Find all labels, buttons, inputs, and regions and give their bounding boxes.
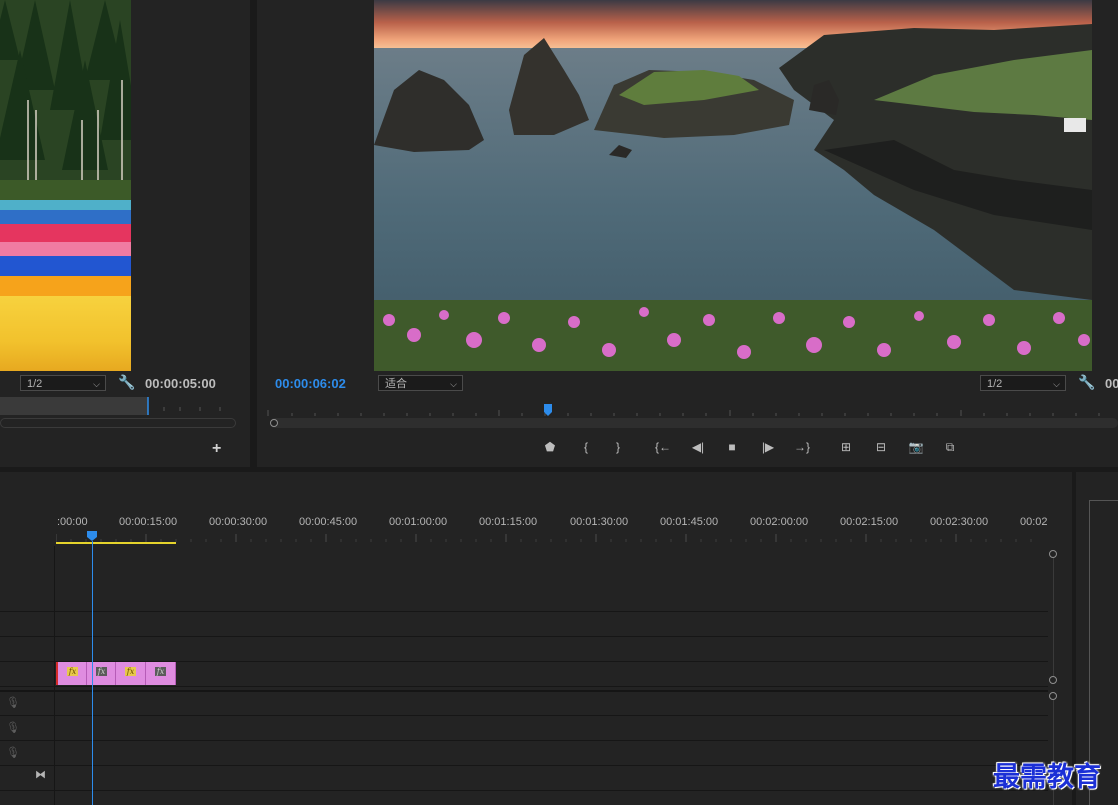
transport-controls: ⬟ { } {← ◀| ■ |▶ →} ⊞ ⊟ 📷 ⧉ bbox=[540, 439, 970, 457]
fx-badge-icon: fx bbox=[67, 667, 78, 676]
program-zoom-bar[interactable] bbox=[270, 418, 1118, 428]
video-scrollbar-track[interactable] bbox=[1053, 552, 1054, 680]
microphone-icon[interactable]: 🎙 bbox=[6, 746, 20, 759]
program-preview-frame bbox=[374, 0, 1092, 371]
mark-out-button[interactable]: } bbox=[608, 439, 628, 455]
track-divider bbox=[0, 740, 1048, 741]
stop-button[interactable]: ■ bbox=[722, 439, 742, 455]
step-back-icon: ◀| bbox=[691, 440, 705, 454]
add-marker-button[interactable]: ⬟ bbox=[540, 439, 560, 455]
scroll-handle-icon[interactable] bbox=[1049, 550, 1057, 558]
marker-icon: ⬟ bbox=[544, 440, 556, 454]
compare-icon: ⧉ bbox=[945, 440, 955, 454]
playhead-line[interactable] bbox=[92, 541, 93, 805]
program-zoom-value: 适合 bbox=[385, 378, 407, 390]
extract-button[interactable]: ⊟ bbox=[871, 439, 891, 455]
source-ruler bbox=[147, 397, 221, 415]
step-forward-button[interactable]: |▶ bbox=[758, 439, 778, 455]
scroll-handle-icon[interactable] bbox=[1049, 692, 1057, 700]
bowtie-icon[interactable]: ⧓ bbox=[35, 768, 46, 781]
work-area-bar[interactable] bbox=[56, 542, 176, 544]
coastline-image bbox=[374, 0, 1092, 371]
wrench-icon[interactable]: 🔧 bbox=[118, 374, 135, 391]
camera-icon: 📷 bbox=[908, 440, 924, 454]
scroll-handle-icon[interactable] bbox=[1049, 676, 1057, 684]
mark-in-button[interactable]: { bbox=[576, 439, 596, 455]
chevron-down-icon: ⌵ bbox=[450, 379, 457, 389]
track-divider bbox=[0, 686, 1048, 687]
lift-button[interactable]: ⊞ bbox=[836, 439, 856, 455]
zoom-handle-icon[interactable] bbox=[270, 419, 278, 427]
extract-icon: ⊟ bbox=[875, 440, 887, 454]
track-divider bbox=[0, 765, 1048, 766]
go-to-out-button[interactable]: →} bbox=[792, 439, 812, 455]
ruler-label: 00:00:45:00 bbox=[299, 516, 358, 528]
source-zoom-bar[interactable] bbox=[0, 418, 236, 428]
forest-image bbox=[0, 0, 131, 200]
lift-icon: ⊞ bbox=[840, 440, 852, 454]
source-resolution-select[interactable]: 1/2 ⌵ bbox=[20, 375, 106, 391]
mark-out-icon: } bbox=[615, 440, 620, 454]
wrench-icon[interactable]: 🔧 bbox=[1078, 374, 1095, 391]
plus-icon[interactable]: + bbox=[212, 440, 221, 458]
track-divider bbox=[0, 790, 1048, 791]
go-to-in-icon: {← bbox=[654, 440, 671, 454]
step-back-button[interactable]: ◀| bbox=[688, 439, 708, 455]
program-zoom-select[interactable]: 适合 ⌵ bbox=[378, 375, 463, 391]
video-clip[interactable]: fx bbox=[58, 662, 87, 685]
ruler-label: 00:02 bbox=[1020, 516, 1048, 528]
export-frame-button[interactable]: 📷 bbox=[906, 439, 926, 455]
stop-icon: ■ bbox=[728, 440, 736, 454]
mark-in-icon: { bbox=[583, 440, 588, 454]
source-duration-timecode: 00:00:05:00 bbox=[145, 376, 216, 391]
go-to-out-icon: →} bbox=[793, 440, 810, 454]
video-clip[interactable]: fx bbox=[116, 662, 146, 685]
video-clip[interactable]: fx bbox=[146, 662, 176, 685]
timeline-ruler[interactable] bbox=[56, 532, 1048, 544]
chevron-down-icon: ⌵ bbox=[1053, 379, 1060, 389]
go-to-in-button[interactable]: {← bbox=[653, 439, 673, 455]
ruler-label: 00:02:00:00 bbox=[750, 516, 809, 528]
source-resolution-value: 1/2 bbox=[27, 378, 43, 390]
fx-badge-icon: fx bbox=[96, 667, 107, 676]
track-header-divider bbox=[54, 546, 55, 805]
ruler-label: 00:01:45:00 bbox=[660, 516, 719, 528]
step-forward-icon: |▶ bbox=[761, 440, 775, 454]
source-preview-frame bbox=[0, 0, 131, 371]
compare-view-button[interactable]: ⧉ bbox=[940, 439, 960, 455]
track-divider bbox=[0, 611, 1048, 612]
ruler-label: 00:01:00:00 bbox=[389, 516, 448, 528]
ruler-label: 00:01:30:00 bbox=[570, 516, 629, 528]
ruler-label: 00:00:15:00 bbox=[119, 516, 178, 528]
program-duration-timecode: 00 bbox=[1105, 376, 1118, 391]
ruler-label: 00:01:15:00 bbox=[479, 516, 538, 528]
fx-badge-icon: fx bbox=[155, 667, 166, 676]
watermark-text: 最需教育 bbox=[993, 762, 1101, 793]
microphone-icon[interactable]: 🎙 bbox=[6, 721, 20, 734]
program-resolution-select[interactable]: 1/2 ⌵ bbox=[980, 375, 1066, 391]
chevron-down-icon: ⌵ bbox=[93, 379, 100, 389]
ruler-label: 00:02:30:00 bbox=[930, 516, 989, 528]
track-divider bbox=[0, 636, 1048, 637]
microphone-icon[interactable]: 🎙 bbox=[6, 696, 20, 709]
ruler-label: 00:02:15:00 bbox=[840, 516, 899, 528]
track-divider bbox=[0, 715, 1048, 716]
program-resolution-value: 1/2 bbox=[987, 378, 1003, 390]
ruler-label: 00:00:30:00 bbox=[209, 516, 268, 528]
video-audio-divider bbox=[0, 690, 1048, 692]
program-playhead-timecode[interactable]: 00:00:06:02 bbox=[275, 376, 346, 391]
ruler-label: :00:00 bbox=[57, 516, 88, 528]
fx-badge-icon: fx bbox=[125, 667, 136, 676]
